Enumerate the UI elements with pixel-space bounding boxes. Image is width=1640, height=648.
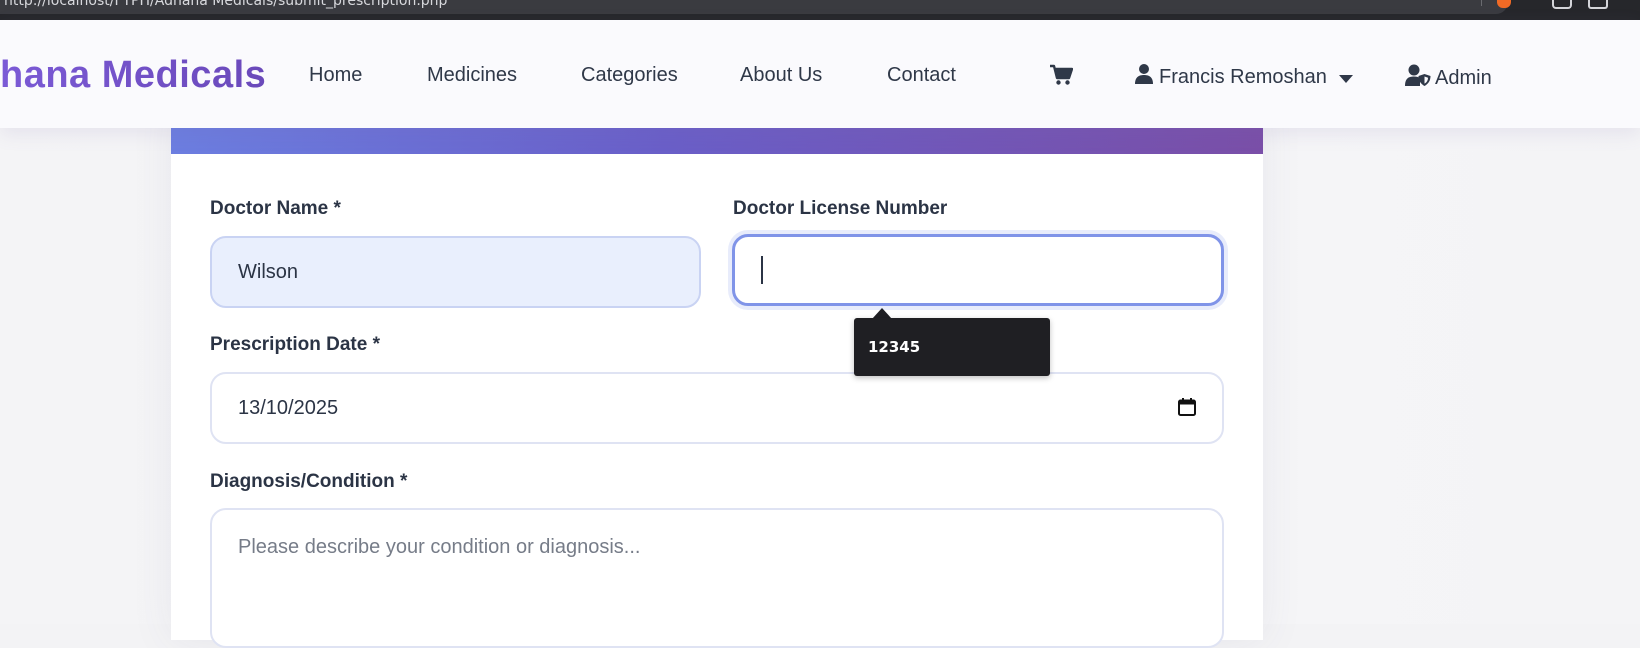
extensions-icon[interactable] <box>1552 0 1572 9</box>
nav-about-us[interactable]: About Us <box>740 64 822 87</box>
user-name: Francis Remoshan <box>1159 65 1327 88</box>
nav-medicines[interactable]: Medicines <box>427 64 517 87</box>
address-bar[interactable]: http://localhost/FYPH/Adhana Medicals/su… <box>0 0 1508 14</box>
navbar: hana Medicals Home Medicines Categories … <box>0 20 1640 128</box>
doctor-license-input[interactable] <box>732 234 1224 306</box>
toolbar-divider <box>1481 0 1482 6</box>
admin-user-shield-icon <box>1405 64 1431 92</box>
card-header-bar <box>171 128 1263 154</box>
diagnosis-label: Diagnosis/Condition * <box>210 471 408 492</box>
admin-label: Admin <box>1435 66 1492 89</box>
browser-toolbar: http://localhost/FYPH/Adhana Medicals/su… <box>0 0 1640 20</box>
doctor-name-value: Wilson <box>238 260 299 283</box>
caret-down-icon <box>1338 66 1353 89</box>
calendar-icon[interactable] <box>1178 398 1196 416</box>
brave-shield-icon[interactable] <box>1497 0 1511 8</box>
wallet-icon[interactable] <box>1588 0 1608 9</box>
diagnosis-placeholder: Please describe your condition or diagno… <box>238 536 641 558</box>
doctor-license-label: Doctor License Number <box>733 198 948 219</box>
user-icon <box>1135 64 1153 90</box>
autofill-suggestion[interactable]: 12345 <box>854 318 1050 376</box>
nav-home[interactable]: Home <box>309 64 362 87</box>
diagnosis-textarea[interactable]: Please describe your condition or diagno… <box>210 508 1224 648</box>
nav-contact[interactable]: Contact <box>887 64 956 87</box>
admin-link[interactable]: Admin <box>1405 64 1492 92</box>
brand-logo[interactable]: hana Medicals <box>0 54 266 97</box>
doctor-name-label: Doctor Name * <box>210 198 341 219</box>
autofill-suggestion-text: 12345 <box>868 338 921 356</box>
user-dropdown[interactable]: Francis Remoshan <box>1135 64 1353 90</box>
nav-categories[interactable]: Categories <box>581 64 678 87</box>
text-caret <box>761 256 763 284</box>
cart-icon[interactable] <box>1049 64 1074 86</box>
doctor-name-input[interactable]: Wilson <box>210 236 701 308</box>
prescription-date-input[interactable]: 13/10/2025 <box>210 372 1224 444</box>
prescription-date-value: 13/10/2025 <box>238 396 339 419</box>
prescription-date-label: Prescription Date * <box>210 334 380 355</box>
